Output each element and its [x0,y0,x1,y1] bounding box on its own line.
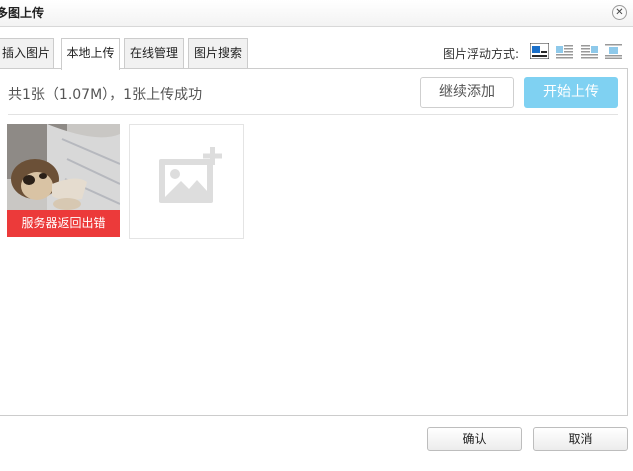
dialog-title: 多图上传 [0,6,45,20]
float-mode-label: 图片浮动方式: [443,47,520,61]
upload-dialog: 多图上传 ✕ 插入图片 本地上传 在线管理 图片搜索 图片浮动方式: 共1张（1… [0,0,633,471]
upload-error-label: 服务器返回出错 [7,210,120,237]
continue-add-button[interactable]: 继续添加 [420,77,514,108]
float-center-icon[interactable] [604,43,623,59]
tab-local-upload[interactable]: 本地上传 [61,38,120,70]
add-image-icon [159,147,222,203]
confirm-button[interactable]: 确认 [427,427,522,451]
add-image-tile[interactable] [129,124,244,239]
title-bar: 多图上传 ✕ [0,0,633,27]
upload-panel [0,68,628,416]
float-right-icon[interactable] [580,43,599,59]
tab-insert-image[interactable]: 插入图片 [0,38,54,69]
uploaded-image-thumbnail[interactable]: 服务器返回出错 [7,124,120,237]
divider [8,114,618,115]
close-button[interactable]: ✕ [612,5,627,20]
upload-status: 共1张（1.07M），1张上传成功 [8,87,203,103]
float-left-icon[interactable] [555,43,574,59]
tab-image-search[interactable]: 图片搜索 [188,38,248,69]
tab-online-manage[interactable]: 在线管理 [124,38,184,69]
close-icon: ✕ [615,7,624,18]
float-none-icon[interactable] [529,42,550,60]
start-upload-button[interactable]: 开始上传 [524,77,618,108]
cancel-button[interactable]: 取消 [533,427,628,451]
